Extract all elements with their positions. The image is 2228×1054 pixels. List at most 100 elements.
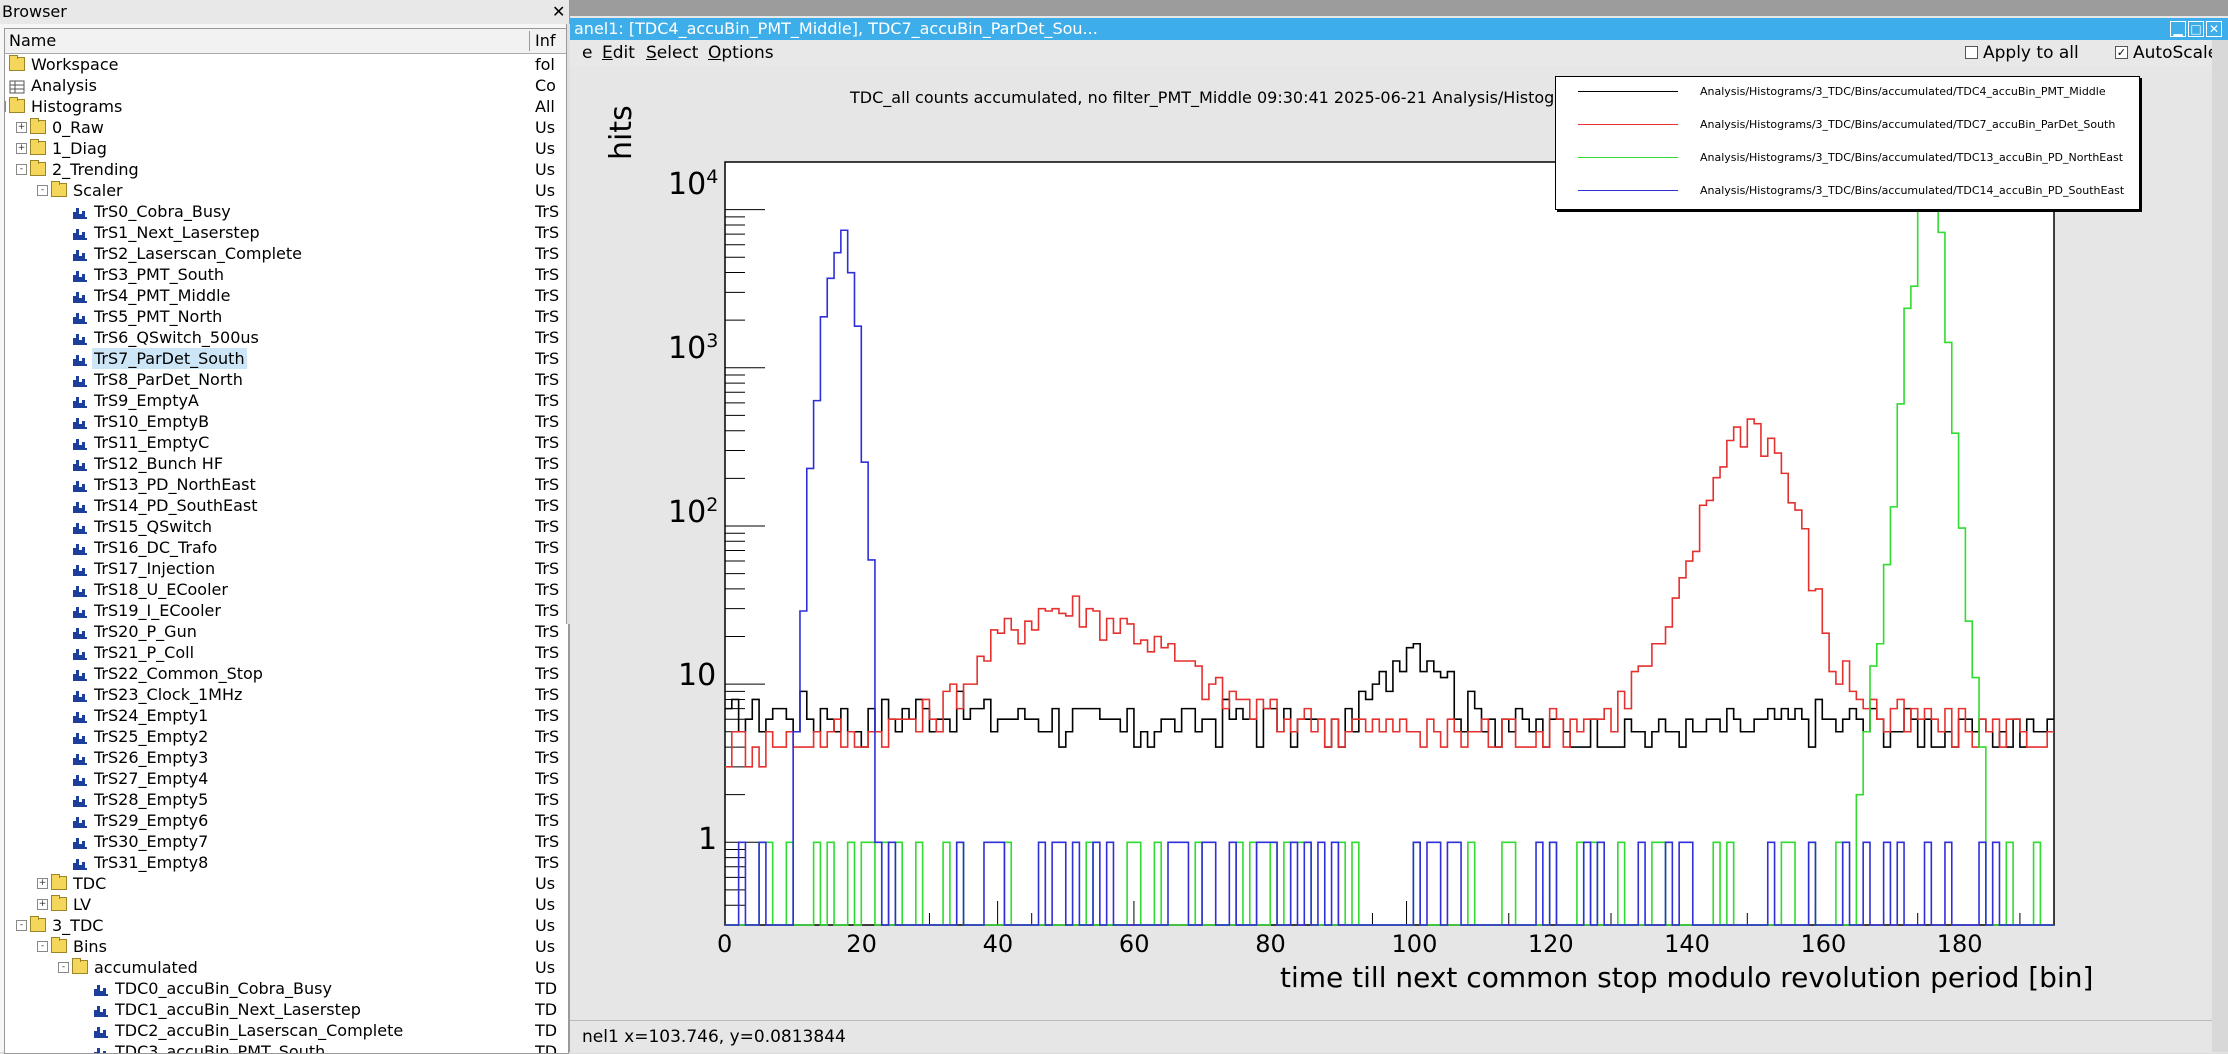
tree-histogram[interactable]: TrS22_Common_Stop TrS: [5, 663, 568, 684]
tree-item-info: TrS: [535, 853, 560, 872]
expand-icon[interactable]: +: [37, 878, 48, 889]
tree-folder[interactable]: - accumulated Us: [5, 957, 568, 978]
y-tick-label: 104: [668, 166, 719, 202]
expand-icon[interactable]: +: [16, 143, 27, 154]
splitter[interactable]: [566, 24, 570, 624]
plot-title: TDC_all counts accumulated, no filter_PM…: [850, 88, 1628, 107]
tree-histogram[interactable]: TrS20_P_Gun TrS: [5, 621, 568, 642]
tree-histogram[interactable]: TDC1_accuBin_Next_Laserstep TD: [5, 999, 568, 1020]
tree-histogram[interactable]: TrS11_EmptyC TrS: [5, 432, 568, 453]
tree-item-info: TrS: [535, 328, 560, 347]
x-tick-label: 20: [846, 930, 877, 958]
column-divider[interactable]: [529, 31, 530, 51]
tree-folder[interactable]: +1_Diag Us: [5, 138, 568, 159]
tree-histogram[interactable]: TrS15_QSwitch TrS: [5, 516, 568, 537]
tree-histogram[interactable]: TrS19_I_ECooler TrS: [5, 600, 568, 621]
tree-histogram[interactable]: TrS0_Cobra_Busy TrS: [5, 201, 568, 222]
tree-item-info: Us: [535, 937, 556, 956]
tree-histogram[interactable]: TDC0_accuBin_Cobra_Busy TD: [5, 978, 568, 999]
histogram-icon: [72, 330, 88, 345]
collapse-icon[interactable]: -: [5, 101, 6, 112]
legend-text: Analysis/Histograms/3_TDC/Bins/accumulat…: [1700, 118, 2116, 131]
tree-histogram[interactable]: TrS1_Next_Laserstep TrS: [5, 222, 568, 243]
tree-histogram[interactable]: TrS16_DC_Trafo TrS: [5, 537, 568, 558]
tree-histogram[interactable]: TrS10_EmptyB TrS: [5, 411, 568, 432]
histogram-icon: [72, 456, 88, 471]
tree-histogram[interactable]: TDC3_accuBin_PMT_South TD: [5, 1041, 568, 1053]
column-name[interactable]: Name: [9, 29, 56, 53]
tree-histogram[interactable]: TrS4_PMT_Middle TrS: [5, 285, 568, 306]
tree-histogram[interactable]: TrS31_Empty8 TrS: [5, 852, 568, 873]
expand-icon[interactable]: +: [16, 122, 27, 133]
tree-histogram[interactable]: TrS17_Injection TrS: [5, 558, 568, 579]
tree-item-info: TrS: [535, 727, 560, 746]
tree-histogram[interactable]: TrS28_Empty5 TrS: [5, 789, 568, 810]
tree-item-label: TrS29_Empty6: [94, 811, 209, 830]
browser-title-bar[interactable]: Browser ✕: [0, 0, 569, 24]
x-tick-label: 100: [1391, 930, 1438, 958]
tree-histogram[interactable]: TrS26_Empty3 TrS: [5, 747, 568, 768]
tree-histogram[interactable]: TrS5_PMT_North TrS: [5, 306, 568, 327]
tree-folder[interactable]: - 3_TDC Us: [5, 915, 568, 936]
close-icon[interactable]: ✕: [552, 0, 565, 24]
tree-histogram[interactable]: TrS8_ParDet_North TrS: [5, 369, 568, 390]
tree-item-info: TrS: [535, 244, 560, 263]
tree-item-label: TrS22_Common_Stop: [94, 664, 263, 683]
tree-item-info: TrS: [535, 748, 560, 767]
tree-folder[interactable]: +0_Raw Us: [5, 117, 568, 138]
tree-histogram[interactable]: TrS29_Empty6 TrS: [5, 810, 568, 831]
legend-swatch: [1578, 157, 1678, 158]
tree-histogram[interactable]: TrS7_ParDet_South TrS: [5, 348, 568, 369]
tree-folder[interactable]: - Scaler Us: [5, 180, 568, 201]
tree-histogram[interactable]: TrS21_P_Coll TrS: [5, 642, 568, 663]
collapse-icon[interactable]: -: [16, 164, 27, 175]
legend[interactable]: Analysis/Histograms/3_TDC/Bins/accumulat…: [1555, 76, 2140, 210]
tree-histogram[interactable]: TrS27_Empty4 TrS: [5, 768, 568, 789]
tree-item-info: TrS: [535, 265, 560, 284]
histogram-icon: [72, 813, 88, 828]
tree-histogram[interactable]: TrS3_PMT_South TrS: [5, 264, 568, 285]
tree-item-label: 2_Trending: [52, 160, 139, 179]
y-tick-label: 1: [698, 822, 718, 857]
tree-histogram[interactable]: TDC2_accuBin_Laserscan_Complete TD: [5, 1020, 568, 1041]
tree-histogram[interactable]: TrS12_Bunch HF TrS: [5, 453, 568, 474]
tree-item-info: Us: [535, 958, 556, 977]
tree-histogram[interactable]: TrS2_Laserscan_Complete TrS: [5, 243, 568, 264]
tree-histogram[interactable]: TrS24_Empty1 TrS: [5, 705, 568, 726]
tree-histogram[interactable]: TrS14_PD_SouthEast TrS: [5, 495, 568, 516]
legend-text: Analysis/Histograms/3_TDC/Bins/accumulat…: [1700, 184, 2125, 197]
collapse-icon[interactable]: -: [37, 941, 48, 952]
tree-item-info: Us: [535, 118, 556, 137]
tree-histogram[interactable]: TrS18_U_ECooler TrS: [5, 579, 568, 600]
histogram-icon: [93, 1023, 109, 1038]
tree-item-label: TrS21_P_Coll: [94, 643, 195, 662]
histogram-icon: [72, 855, 88, 870]
tree-item[interactable]: Analysis Co: [5, 75, 568, 96]
expand-icon[interactable]: +: [37, 899, 48, 910]
tree-item-label: TrS17_Injection: [94, 559, 216, 578]
tree-item-info: Us: [535, 895, 556, 914]
tree-histogram[interactable]: TrS25_Empty2 TrS: [5, 726, 568, 747]
column-info[interactable]: Inf: [535, 29, 556, 53]
tree-folder[interactable]: - Histograms All: [5, 96, 568, 117]
tree-folder[interactable]: - 2_Trending Us: [5, 159, 568, 180]
object-tree[interactable]: Name Inf Workspace fol Analysis Co - Histogra…: [4, 28, 569, 1054]
tree-histogram[interactable]: TrS30_Empty7 TrS: [5, 831, 568, 852]
tree-histogram[interactable]: TrS6_QSwitch_500us TrS: [5, 327, 568, 348]
tree-item-info: TD: [535, 979, 558, 998]
collapse-icon[interactable]: -: [37, 185, 48, 196]
tree-folder[interactable]: + TDC Us: [5, 873, 568, 894]
tree-folder[interactable]: + LV Us: [5, 894, 568, 915]
tree-item-info: TrS: [535, 601, 560, 620]
tree-folder[interactable]: - Bins Us: [5, 936, 568, 957]
tree-folder[interactable]: Workspace fol: [5, 54, 568, 75]
collapse-icon[interactable]: -: [16, 920, 27, 931]
right-edge: [2212, 40, 2228, 1052]
tree-item-info: TrS: [535, 202, 560, 221]
collapse-icon[interactable]: -: [58, 962, 69, 973]
tree-item-info: TrS: [535, 349, 560, 368]
tree-histogram[interactable]: TrS9_EmptyA TrS: [5, 390, 568, 411]
tree-item-label: TrS2_Laserscan_Complete: [94, 244, 302, 263]
tree-histogram[interactable]: TrS13_PD_NorthEast TrS: [5, 474, 568, 495]
tree-histogram[interactable]: TrS23_Clock_1MHz TrS: [5, 684, 568, 705]
